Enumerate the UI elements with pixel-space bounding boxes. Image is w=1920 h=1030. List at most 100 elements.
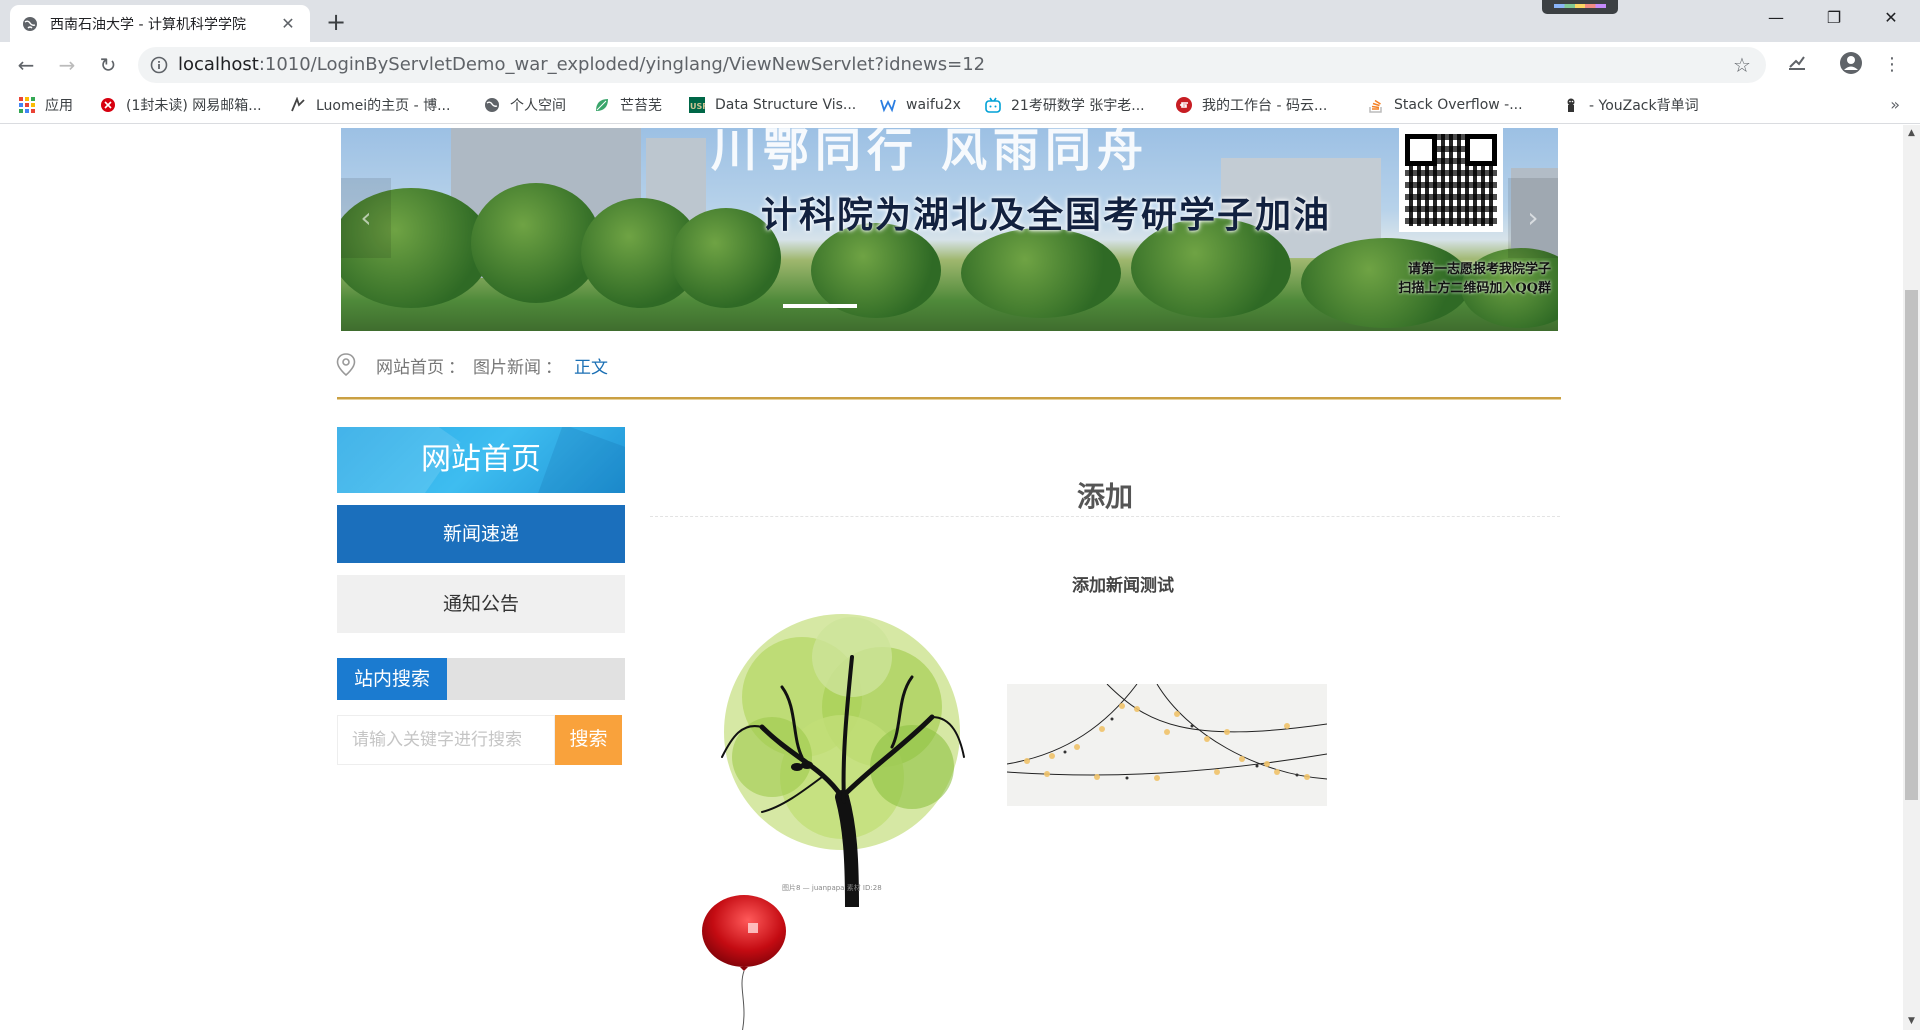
sidebar-item-news[interactable]: 新闻速递 <box>337 505 625 563</box>
tree-image <box>721 614 965 907</box>
extension-icon[interactable] <box>1783 51 1811 79</box>
article-title-rule <box>650 516 1560 517</box>
bookmark-kaoyan-math[interactable]: 21考研数学 张宇老... <box>985 88 1145 122</box>
section-divider <box>337 397 1561 400</box>
scrollbar-thumb[interactable] <box>1905 290 1918 800</box>
bookmark-apps[interactable]: 应用 <box>19 88 73 122</box>
tree-image-caption: 图片8 — juanpapa 素材 ID:28 <box>782 884 882 892</box>
carousel-prev-icon[interactable]: ‹ <box>341 178 391 258</box>
stackoverflow-icon <box>1369 99 1382 113</box>
page-viewport: 川鄂同行 风雨同舟 计科院为湖北及全国考研学子加油 请第一志愿报考我院学子 扫描… <box>0 125 1920 1030</box>
bookmark-youzack[interactable]: - YouZack背单词 <box>1563 88 1699 122</box>
article-title: 添加 <box>1076 480 1133 513</box>
menu-icon[interactable]: ⋮ <box>1878 51 1906 79</box>
string-lights-image <box>1007 684 1327 806</box>
extension-tray[interactable] <box>1542 0 1618 14</box>
bookmarks-more-button[interactable]: » <box>1890 88 1900 122</box>
address-bar[interactable]: localhost:1010/LoginByServletDemo_war_ex… <box>138 47 1766 83</box>
url-host: localhost <box>178 54 259 75</box>
forward-icon[interactable]: → <box>53 51 81 79</box>
bookmark-label: 应用 <box>45 98 73 114</box>
bookmark-label: 21考研数学 张宇老... <box>1011 98 1145 114</box>
carousel-indicators <box>783 304 857 308</box>
bookmark-stackoverflow[interactable]: Stack Overflow -... <box>1368 88 1523 122</box>
sidebar-home-label: 网站首页 <box>421 442 541 477</box>
bookmark-label: waifu2x <box>906 97 961 113</box>
location-pin-icon <box>336 353 356 377</box>
bookmark-mangtaiwu[interactable]: 芒苔芜 <box>594 88 662 122</box>
bookmark-label: 个人空间 <box>510 98 566 114</box>
banner-carousel[interactable]: 川鄂同行 风雨同舟 计科院为湖北及全国考研学子加油 请第一志愿报考我院学子 扫描… <box>341 128 1558 331</box>
browser-window: 西南石油大学 - 计算机科学学院 ✕ + — ❐ ✕ ← → ↻ localho… <box>0 0 1920 1030</box>
tab-title: 西南石油大学 - 计算机科学学院 <box>50 16 246 33</box>
new-tab-button[interactable]: + <box>322 9 350 37</box>
gitee-icon <box>1176 97 1192 113</box>
bilibili-icon <box>985 97 1001 113</box>
audio-indicator-icon <box>1554 4 1606 8</box>
bird-shape <box>801 761 813 769</box>
sidebar-home-button[interactable]: 网站首页 <box>337 427 625 493</box>
leaf-icon <box>596 99 608 111</box>
breadcrumb-home[interactable]: 网站首页 <box>376 353 444 378</box>
bookmark-label: 我的工作台 - 码云... <box>1202 98 1328 114</box>
bookmarks-bar: 应用 (1封未读) 网易邮箱... Luomei的主页 - 博... 个人空间 … <box>0 88 1920 124</box>
restore-button[interactable]: ❐ <box>1805 0 1863 36</box>
site-search-title: 站内搜索 <box>337 658 447 700</box>
banner-slogan-top: 川鄂同行 风雨同舟 <box>711 128 1150 177</box>
browser-tab[interactable]: 西南石油大学 - 计算机科学学院 ✕ <box>10 5 310 42</box>
scroll-down-icon[interactable]: ▼ <box>1903 1013 1920 1030</box>
breadcrumb-separator: ： <box>545 357 562 378</box>
svg-text:USF: USF <box>690 102 705 111</box>
waifu2x-icon <box>880 99 896 113</box>
breadcrumb-current[interactable]: 正文 <box>574 353 608 378</box>
breadcrumb-separator: ： <box>448 357 465 378</box>
info-icon[interactable] <box>150 56 168 74</box>
account-icon[interactable] <box>1837 51 1865 79</box>
scroll-up-icon[interactable]: ▲ <box>1903 125 1920 142</box>
url-text[interactable]: localhost:1010/LoginByServletDemo_war_ex… <box>178 47 985 83</box>
bookmark-label: Luomei的主页 - 博... <box>316 98 451 114</box>
search-button[interactable]: 搜索 <box>555 715 622 765</box>
bookmark-luomei[interactable]: Luomei的主页 - 博... <box>290 88 450 122</box>
page-scrollbar[interactable]: ▲ ▼ <box>1903 125 1920 1030</box>
banner-qr-note-line1: 请第一志愿报考我院学子 <box>1407 262 1551 277</box>
breadcrumb-section[interactable]: 图片新闻 <box>473 353 541 378</box>
bookmark-label: (1封未读) 网易邮箱... <box>126 98 262 114</box>
bookmark-personal-space[interactable]: 个人空间 <box>484 88 566 122</box>
search-input[interactable] <box>337 715 555 765</box>
banner-tree <box>961 228 1121 318</box>
youzack-icon <box>1567 98 1575 112</box>
browser-toolbar: ← → ↻ localhost:1010/LoginByServletDemo_… <box>0 42 1920 88</box>
bookmark-netease-mail[interactable]: (1封未读) 网易邮箱... <box>100 88 262 122</box>
qr-code <box>1399 128 1503 232</box>
banner-slogan: 计科院为湖北及全国考研学子加油 <box>761 195 1332 236</box>
tab-close-icon[interactable]: ✕ <box>278 14 298 34</box>
bookmark-waifu2x[interactable]: waifu2x <box>880 88 961 122</box>
bookmark-label: 芒苔芜 <box>620 98 662 114</box>
bookmark-label: Stack Overflow -... <box>1394 97 1523 113</box>
globe-icon <box>485 98 499 112</box>
site-search-header: 站内搜索 <box>337 658 625 700</box>
bookmark-label: Data Structure Vis... <box>715 97 857 113</box>
sidebar-item-notices[interactable]: 通知公告 <box>337 575 625 633</box>
bookmark-label: - YouZack背单词 <box>1589 98 1699 114</box>
close-window-button[interactable]: ✕ <box>1862 0 1920 36</box>
carousel-next-icon[interactable]: › <box>1508 178 1558 258</box>
minimize-button[interactable]: — <box>1747 0 1805 36</box>
back-icon[interactable]: ← <box>12 51 40 79</box>
tab-strip: 西南石油大学 - 计算机科学学院 ✕ + — ❐ ✕ <box>0 0 1920 42</box>
article-subtitle: 添加新闻测试 <box>1072 576 1174 596</box>
bookmark-gitee[interactable]: 我的工作台 - 码云... <box>1176 88 1327 122</box>
banner-qr-note: 请第一志愿报考我院学子 扫描上方二维码加入QQ群 <box>1341 260 1551 298</box>
bookmark-data-structure-vis[interactable]: USF Data Structure Vis... <box>689 88 856 122</box>
globe-icon <box>23 16 37 31</box>
breadcrumb: 网站首页 ： 图片新闻 ： 正文 <box>336 352 608 378</box>
star-icon[interactable]: ☆ <box>1730 53 1754 77</box>
banner-qr-note-line2: 扫描上方二维码加入QQ群 <box>1398 281 1551 296</box>
url-path: :1010/LoginByServletDemo_war_exploded/yi… <box>258 54 986 75</box>
usf-icon: USF <box>689 97 705 113</box>
string-lights-drawing <box>1007 684 1327 781</box>
blog-icon <box>291 97 305 112</box>
reload-icon[interactable]: ↻ <box>94 51 122 79</box>
carousel-dot[interactable] <box>783 304 857 308</box>
